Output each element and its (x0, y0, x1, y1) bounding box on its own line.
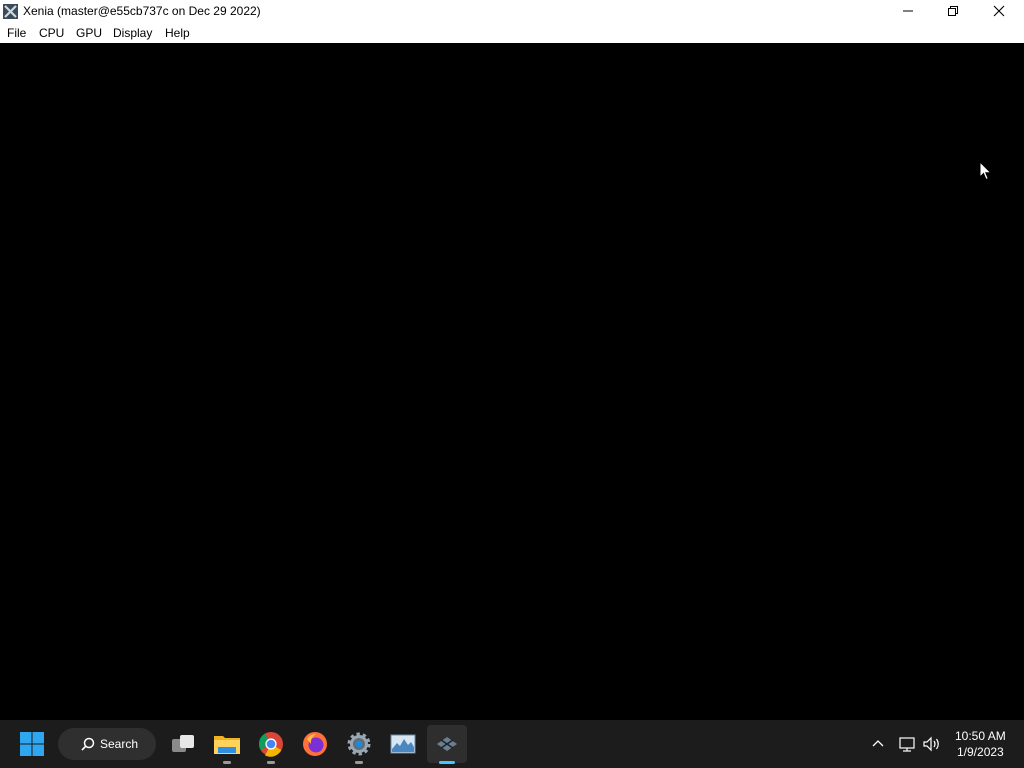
emulator-display-area[interactable] (0, 43, 1024, 720)
xenia-taskbar-icon (437, 737, 457, 751)
menu-file[interactable]: File (7, 26, 26, 40)
settings-gear-icon (347, 732, 371, 756)
network-icon[interactable] (898, 735, 916, 753)
window-title: Xenia (master@e55cb737c on Dec 29 2022) (23, 4, 261, 18)
clock-date[interactable]: 1/9/2023 (957, 745, 1004, 759)
resource-monitor-button[interactable] (389, 730, 417, 758)
xenia-taskbar-button[interactable] (433, 730, 461, 758)
file-explorer-icon (214, 736, 240, 754)
firefox-icon (303, 732, 327, 756)
search-label: Search (100, 737, 139, 751)
running-indicator (267, 761, 275, 764)
menu-help[interactable]: Help (165, 26, 190, 40)
close-button[interactable] (976, 0, 1022, 22)
chevron-up-icon[interactable] (871, 735, 885, 751)
windows-start-icon (20, 732, 44, 756)
settings-button[interactable] (345, 730, 373, 758)
minimize-button[interactable] (885, 0, 931, 22)
chrome-button[interactable] (257, 730, 285, 758)
clock-time[interactable]: 10:50 AM (955, 729, 1006, 743)
start-button[interactable] (18, 730, 46, 758)
firefox-button[interactable] (301, 730, 329, 758)
window-titlebar[interactable]: Xenia (master@e55cb737c on Dec 29 2022) (0, 0, 1024, 22)
search-icon (81, 737, 95, 751)
running-indicator (223, 761, 231, 764)
close-icon (993, 5, 1005, 17)
menu-gpu[interactable]: GPU (76, 26, 102, 40)
task-view-icon (172, 735, 194, 752)
minimize-icon (903, 10, 913, 12)
restore-icon (948, 6, 958, 16)
resource-monitor-icon (390, 734, 416, 754)
restore-button[interactable] (930, 0, 976, 22)
task-view-button[interactable] (169, 730, 197, 758)
active-indicator (439, 761, 455, 764)
taskbar-search[interactable]: Search (58, 728, 156, 760)
menu-bar: File CPU GPU Display Help (0, 22, 1024, 44)
menu-display[interactable]: Display (113, 26, 152, 40)
mouse-cursor-icon (979, 161, 993, 181)
volume-icon[interactable] (922, 735, 942, 753)
chrome-icon (259, 732, 283, 757)
menu-cpu[interactable]: CPU (39, 26, 64, 40)
running-indicator (355, 761, 363, 764)
file-explorer-button[interactable] (213, 730, 241, 758)
xenia-app-icon (3, 4, 18, 19)
